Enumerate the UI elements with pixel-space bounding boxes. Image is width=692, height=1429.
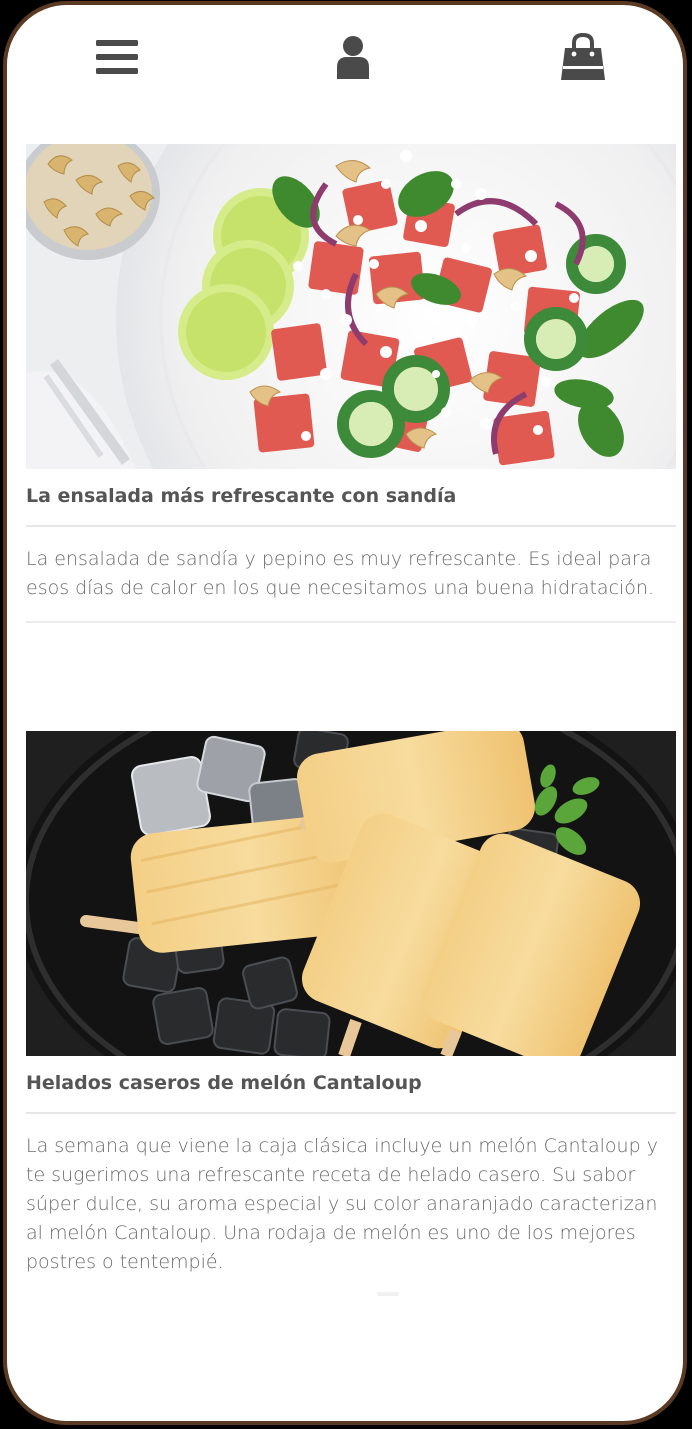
cart-button[interactable] [559,31,607,83]
scroll-indicator [377,1292,399,1296]
phone-screen: La ensalada más refrescante con sandía L… [3,1,687,1425]
menu-icon [96,40,138,74]
melon-popsicles-image[interactable] [26,731,676,1056]
shopping-bag-icon [561,32,605,80]
watermelon-salad-image[interactable] [26,144,676,469]
article-excerpt: La semana que viene la caja clásica incl… [26,1135,658,1273]
user-icon [337,36,369,79]
article-title[interactable]: La ensalada más refrescante con sandía [26,485,676,527]
account-button[interactable] [329,31,377,83]
article-card: La ensalada más refrescante con sandía L… [26,144,676,623]
article-card: Helados caseros de melón Cantaloup La se… [26,731,676,1295]
article-excerpt: La ensalada de sandía y pepino es muy re… [26,545,676,623]
article-title[interactable]: Helados caseros de melón Cantaloup [26,1072,676,1114]
menu-button[interactable] [93,31,141,83]
top-navigation [7,5,683,115]
